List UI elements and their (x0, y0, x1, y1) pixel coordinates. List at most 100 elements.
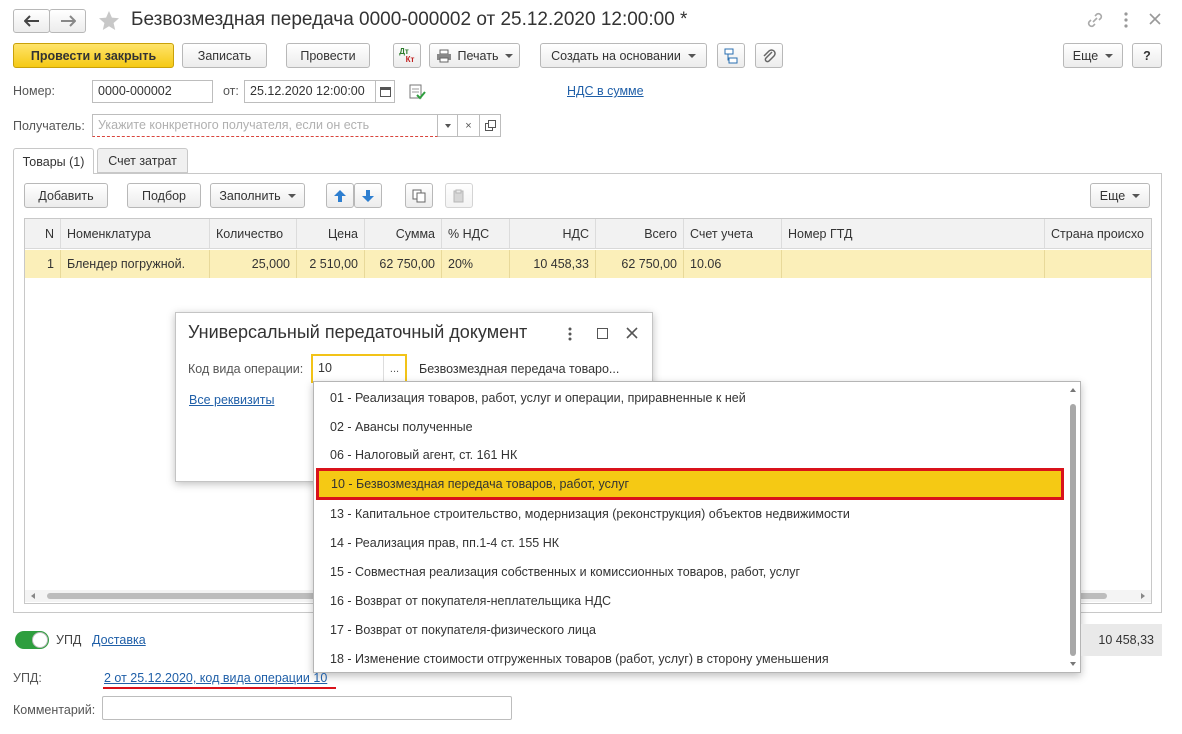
paste-row-button[interactable] (445, 183, 473, 208)
column-header[interactable]: Счет учета (684, 219, 782, 248)
dropdown-item[interactable]: 17 - Возврат от покупателя-физического л… (316, 615, 1064, 644)
popup-maximize-icon[interactable] (597, 328, 608, 339)
date-field[interactable]: 25.12.2020 12:00:00 (244, 80, 376, 103)
all-props-link[interactable]: Все реквизиты (189, 393, 274, 407)
hierarchy-icon (724, 48, 738, 63)
copy-icon (412, 189, 426, 202)
dropdown-item[interactable]: 06 - Налоговый агент, ст. 161 НК (316, 440, 1064, 469)
row-quantity[interactable]: 25,000 (210, 250, 297, 278)
recipient-clear-button[interactable]: × (458, 114, 480, 137)
table-row[interactable]: 1 Блендер погружной. 25,000 2 510,00 62 … (25, 250, 1151, 278)
structure-button[interactable] (717, 43, 745, 68)
recipient-dropdown-button[interactable] (438, 114, 458, 137)
row-vat-rate[interactable]: 20% (442, 250, 510, 278)
dropdown-item[interactable]: 14 - Реализация прав, пп.1-4 ст. 155 НК (316, 528, 1064, 557)
scroll-left-icon[interactable] (31, 593, 35, 599)
dropdown-item-selected[interactable]: 10 - Безвозмездная передача товаров, раб… (316, 468, 1064, 500)
attach-button[interactable] (755, 43, 783, 68)
post-button[interactable]: Провести (286, 43, 370, 68)
save-button[interactable]: Записать (182, 43, 267, 68)
popup-close-icon[interactable] (626, 327, 638, 339)
arrow-down-icon (362, 189, 374, 202)
row-nomenclature[interactable]: Блендер погружной. (61, 250, 210, 278)
delivery-link[interactable]: Доставка (92, 633, 146, 647)
move-down-button[interactable] (354, 183, 382, 208)
copy-row-button[interactable] (405, 183, 433, 208)
dropdown-item[interactable]: 13 - Капитальное строительство, модерниз… (316, 499, 1064, 528)
upd-document-link[interactable]: 2 от 25.12.2020, код вида операции 10 (104, 671, 327, 685)
document-status-icon[interactable] (408, 84, 426, 100)
paste-icon (453, 189, 464, 202)
link-icon[interactable] (1086, 11, 1104, 29)
row-sum[interactable]: 62 750,00 (365, 250, 442, 278)
column-header[interactable]: Сумма (365, 219, 442, 248)
upd-popup-title: Универсальный передаточный документ (188, 322, 528, 342)
kt-label: Кт (405, 54, 415, 64)
column-header[interactable]: НДС (510, 219, 596, 248)
calendar-button[interactable] (376, 80, 395, 103)
comment-field[interactable] (102, 696, 512, 720)
row-number[interactable]: 1 (25, 250, 61, 278)
forward-button[interactable] (49, 9, 86, 33)
scroll-down-icon[interactable] (1070, 662, 1076, 666)
move-up-button[interactable] (326, 183, 354, 208)
dropdown-item[interactable]: 01 - Реализация товаров, работ, услуг и … (316, 383, 1064, 412)
recipient-field[interactable]: Укажите конкретного получателя, если он … (92, 114, 438, 137)
vat-in-sum-link[interactable]: НДС в сумме (567, 84, 644, 98)
number-field[interactable]: 0000-000002 (92, 80, 213, 103)
create-based-on-button[interactable]: Создать на основании (540, 43, 707, 68)
favorite-star-icon[interactable] (97, 9, 121, 33)
table-header: N Номенклатура Количество Цена Сумма % Н… (25, 219, 1151, 249)
recipient-open-button[interactable] (480, 114, 501, 137)
upd-toggle[interactable] (15, 631, 49, 649)
tab-cost-account[interactable]: Счет затрат (97, 148, 188, 173)
printer-icon (436, 49, 451, 62)
arrow-left-icon (23, 15, 39, 27)
column-header[interactable]: Номенклатура (61, 219, 210, 248)
date-label: от: (223, 84, 239, 98)
recipient-label: Получатель: (13, 119, 85, 133)
tab-goods-label: Товары (1) (22, 154, 85, 169)
operation-code-select-button[interactable]: ... (383, 356, 405, 381)
table-more-button[interactable]: Еще (1090, 183, 1150, 208)
dropdown-scrollbar[interactable] (1066, 382, 1080, 672)
column-header[interactable]: % НДС (442, 219, 510, 248)
print-label: Печать (457, 48, 499, 63)
scroll-up-icon[interactable] (1070, 388, 1076, 392)
row-gtd[interactable] (782, 250, 1045, 278)
column-header[interactable]: N (25, 219, 61, 248)
tab-cost-account-label: Счет затрат (108, 153, 177, 168)
back-button[interactable] (13, 9, 50, 33)
comment-label: Комментарий: (13, 703, 96, 717)
more-vertical-icon[interactable] (1121, 10, 1131, 30)
row-price[interactable]: 2 510,00 (297, 250, 365, 278)
close-icon[interactable] (1148, 12, 1162, 26)
row-vat[interactable]: 10 458,33 (510, 250, 596, 278)
column-header[interactable]: Всего (596, 219, 684, 248)
post-and-close-button[interactable]: Провести и закрыть (13, 43, 174, 68)
dropdown-item[interactable]: 02 - Авансы полученные (316, 412, 1064, 441)
column-header[interactable]: Количество (210, 219, 297, 248)
add-row-button[interactable]: Добавить (24, 183, 108, 208)
column-header[interactable]: Страна происхо (1045, 219, 1151, 248)
row-account[interactable]: 10.06 (684, 250, 782, 278)
row-total[interactable]: 62 750,00 (596, 250, 684, 278)
dropdown-item[interactable]: 15 - Совместная реализация собственных и… (316, 557, 1064, 586)
clear-x-icon: × (465, 119, 472, 132)
more-button[interactable]: Еще (1063, 43, 1123, 68)
operation-code-field[interactable]: 10 ... (311, 354, 407, 383)
fill-button[interactable]: Заполнить (210, 183, 305, 208)
scroll-right-icon[interactable] (1141, 593, 1145, 599)
selection-button[interactable]: Подбор (127, 183, 201, 208)
popup-more-icon[interactable] (566, 326, 574, 342)
tab-goods[interactable]: Товары (1) (13, 148, 94, 174)
row-country[interactable] (1045, 250, 1151, 278)
dropdown-scrollbar-thumb[interactable] (1070, 404, 1076, 656)
column-header[interactable]: Цена (297, 219, 365, 248)
dropdown-item[interactable]: 18 - Изменение стоимости отгруженных тов… (316, 644, 1064, 673)
dt-kt-button[interactable]: Дт Кт (393, 43, 421, 68)
column-header[interactable]: Номер ГТД (782, 219, 1045, 248)
dropdown-item[interactable]: 16 - Возврат от покупателя-неплательщика… (316, 586, 1064, 615)
help-button[interactable]: ? (1132, 43, 1162, 68)
print-button[interactable]: Печать (429, 43, 520, 68)
